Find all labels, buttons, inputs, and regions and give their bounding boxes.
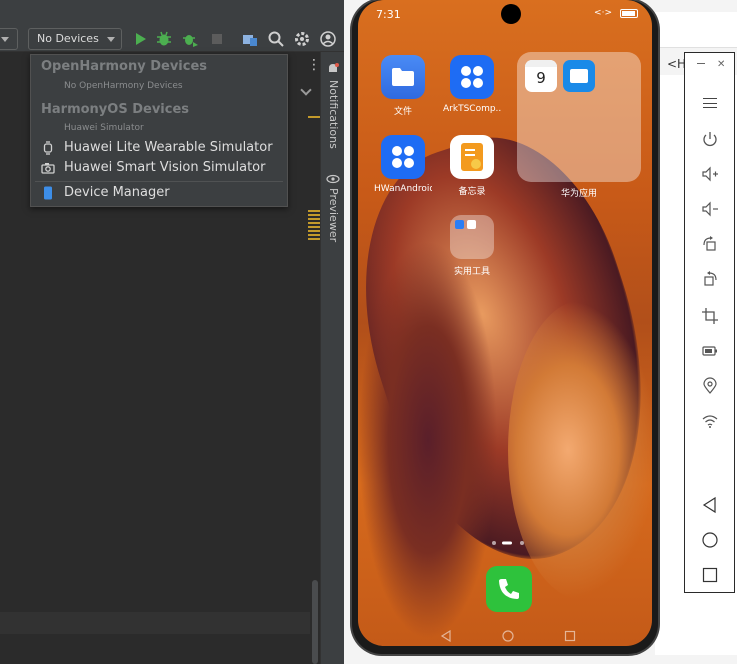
ide-toolbar: No Devices	[0, 0, 344, 52]
wallpaper-shape	[358, 240, 498, 640]
nav-recents-icon[interactable]	[564, 630, 576, 642]
stop-icon[interactable]	[208, 30, 226, 48]
folder-app-icon	[450, 215, 494, 259]
power-icon[interactable]	[701, 130, 719, 148]
clover-app-icon	[450, 55, 494, 99]
debug-icon[interactable]	[155, 30, 173, 48]
ide-status-bar	[0, 612, 310, 634]
battery-icon	[620, 9, 638, 18]
run-icon[interactable]	[131, 30, 149, 48]
location-icon[interactable]	[701, 377, 719, 395]
warning-marker[interactable]	[308, 230, 320, 232]
phone-emulator-frame: 7:31 <·> 文件 ArkTSComp... 9 华为应用 HWanAndr…	[352, 0, 658, 654]
warning-marker[interactable]	[308, 218, 320, 220]
device-item-wearable[interactable]: Huawei Lite Wearable Simulator	[31, 138, 287, 158]
device-manager-toolbar-icon[interactable]	[241, 30, 259, 48]
device-select-label: No Devices	[37, 32, 99, 45]
warning-marker[interactable]	[308, 210, 320, 212]
nav-home-icon[interactable]	[502, 630, 514, 642]
wallpaper-shape	[508, 300, 652, 600]
bell-icon	[329, 63, 339, 72]
app-tools-folder[interactable]: 实用工具	[443, 215, 501, 277]
status-network-icon: <·>	[594, 8, 612, 18]
wifi-icon[interactable]	[701, 412, 719, 430]
harmonyos-devices-heading: HarmonyOS Devices	[41, 102, 190, 117]
attach-debugger-icon[interactable]	[181, 30, 199, 48]
dock-phone-app[interactable]	[486, 566, 532, 612]
device-manager-item[interactable]: Device Manager	[31, 183, 287, 203]
huawei-simulator-subheading: Huawei Simulator	[64, 123, 144, 133]
rotate-left-icon[interactable]	[701, 235, 719, 253]
back-icon[interactable]	[701, 496, 719, 514]
warning-marker[interactable]	[308, 116, 320, 118]
app-arkts[interactable]: ArkTSComp...	[443, 55, 501, 114]
emulator-toolbar: ✕	[684, 52, 735, 593]
memo-app-icon	[450, 135, 494, 179]
battery-settings-icon[interactable]	[701, 342, 719, 360]
ide-right-tool-strip: Notifications Previewer	[320, 52, 344, 664]
search-icon[interactable]	[267, 30, 285, 48]
rotate-right-icon[interactable]	[701, 270, 719, 288]
calendar-date: 9	[536, 69, 546, 87]
recents-icon[interactable]	[701, 566, 719, 584]
phone-icon	[499, 579, 519, 599]
app-label: 文件	[393, 107, 412, 117]
app-label: 华为应用	[560, 189, 597, 199]
config-dropdown[interactable]	[0, 28, 18, 50]
warning-marker[interactable]	[308, 222, 320, 224]
minimize-icon[interactable]	[697, 63, 705, 64]
account-icon[interactable]	[319, 30, 337, 48]
device-dropdown-popup: OpenHarmony Devices No OpenHarmony Devic…	[30, 54, 288, 207]
device-manager-label: Device Manager	[64, 185, 170, 200]
editor-scrollbar[interactable]	[312, 580, 318, 664]
eye-icon	[326, 174, 340, 184]
editor-error-stripe	[306, 52, 320, 664]
phone-screen[interactable]: 7:31 <·> 文件 ArkTSComp... 9 华为应用 HWanAndr…	[358, 0, 652, 646]
status-time: 7:31	[376, 8, 401, 21]
device-item-smart-vision[interactable]: Huawei Smart Vision Simulator	[31, 158, 287, 178]
app-memo[interactable]: 备忘录	[443, 135, 501, 197]
app-label: ArkTSComp...	[443, 104, 501, 114]
app-hwanandroid[interactable]: HWanAndroid	[374, 135, 432, 194]
more-options-icon[interactable]: ⋮	[307, 58, 321, 72]
gear-icon[interactable]	[293, 30, 311, 48]
close-icon[interactable]: ✕	[717, 59, 725, 70]
openharmony-devices-heading: OpenHarmony Devices	[41, 59, 208, 74]
device-select[interactable]: No Devices	[28, 28, 122, 50]
ide-window: No Devices ⋮ Notifications Previewer Ope…	[0, 0, 344, 664]
warning-marker[interactable]	[308, 214, 320, 216]
openharmony-devices-empty: No OpenHarmony Devices	[64, 81, 183, 91]
device-item-label: Huawei Smart Vision Simulator	[64, 160, 266, 175]
screenshot-crop-icon[interactable]	[701, 307, 719, 325]
nav-back-icon[interactable]	[440, 630, 452, 642]
app-label: HWanAndroid	[374, 184, 432, 194]
background-tab-strip	[655, 12, 737, 48]
folder-app-icon	[381, 55, 425, 99]
warning-marker[interactable]	[308, 238, 320, 240]
volume-down-icon[interactable]	[701, 200, 719, 218]
device-item-label: Huawei Lite Wearable Simulator	[64, 140, 273, 155]
wallet-app-icon	[563, 60, 595, 92]
page-indicator	[492, 541, 524, 545]
app-label: 实用工具	[453, 267, 490, 277]
camera-notch	[501, 4, 521, 24]
tab-notifications[interactable]: Notifications	[327, 80, 340, 149]
app-label: 备忘录	[458, 187, 486, 197]
home-icon[interactable]	[701, 531, 719, 549]
watch-icon	[43, 141, 53, 155]
tab-previewer[interactable]: Previewer	[327, 188, 340, 242]
warning-marker[interactable]	[308, 226, 320, 228]
clover-app-icon	[381, 135, 425, 179]
popup-divider	[35, 181, 283, 182]
app-files[interactable]: 文件	[374, 55, 432, 117]
camera-icon	[41, 163, 55, 174]
calendar-app-icon: 9	[525, 60, 557, 92]
chevron-down-icon	[107, 37, 115, 42]
warning-marker[interactable]	[308, 234, 320, 236]
volume-up-icon[interactable]	[701, 165, 719, 183]
phone-device-icon	[44, 186, 52, 200]
huawei-apps-folder[interactable]: 9	[517, 52, 641, 182]
menu-icon[interactable]	[703, 98, 717, 108]
